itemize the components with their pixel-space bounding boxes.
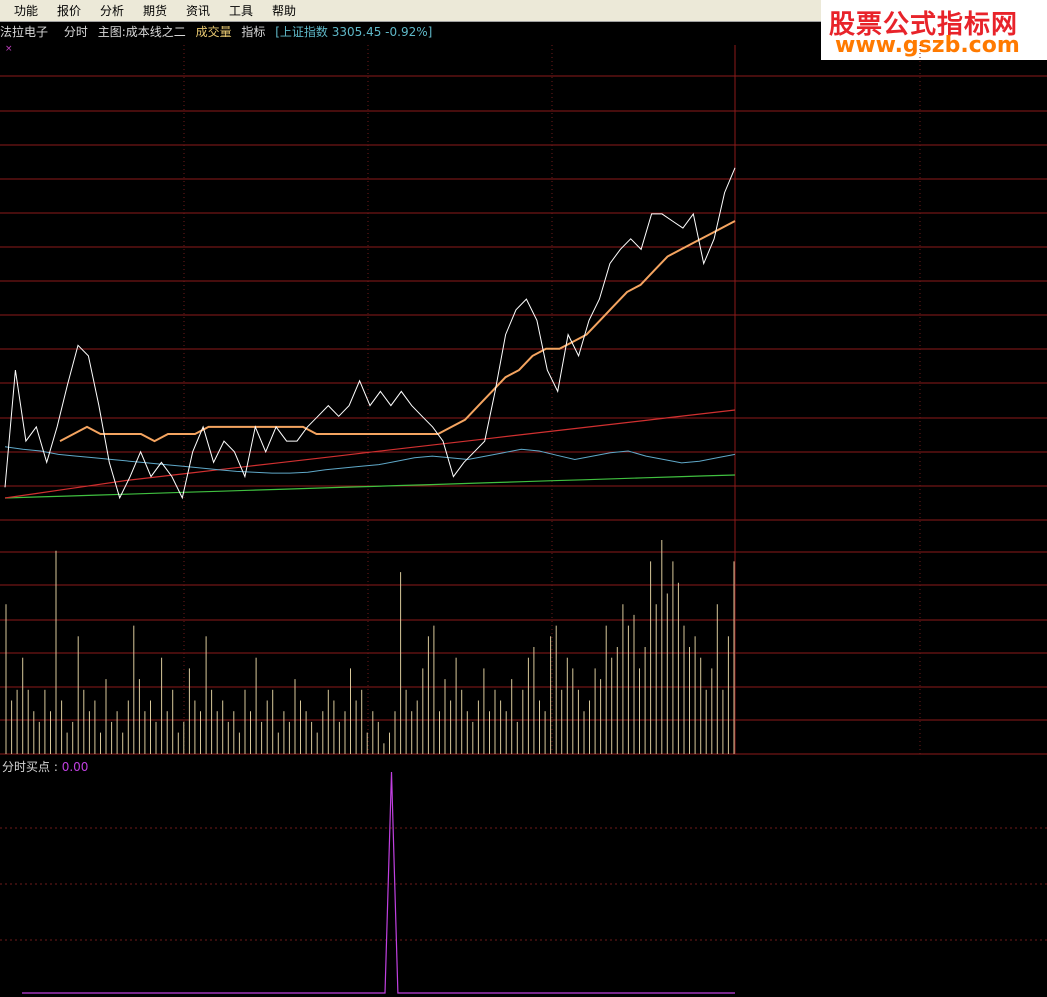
intraday-chart [0,45,1047,994]
sub-indicator-sep: : [50,760,62,774]
red-cost-line [4,409,736,499]
buy-signal-line [22,771,735,994]
sub-indicator-name: 分时买点 [2,760,51,774]
blue-line [4,446,736,474]
avg-cost-line [59,220,736,443]
sub-indicator-value: 0.00 [61,760,89,774]
sub-indicator-header: 分时买点 : 0.00 [2,758,88,775]
price-line [4,167,736,500]
